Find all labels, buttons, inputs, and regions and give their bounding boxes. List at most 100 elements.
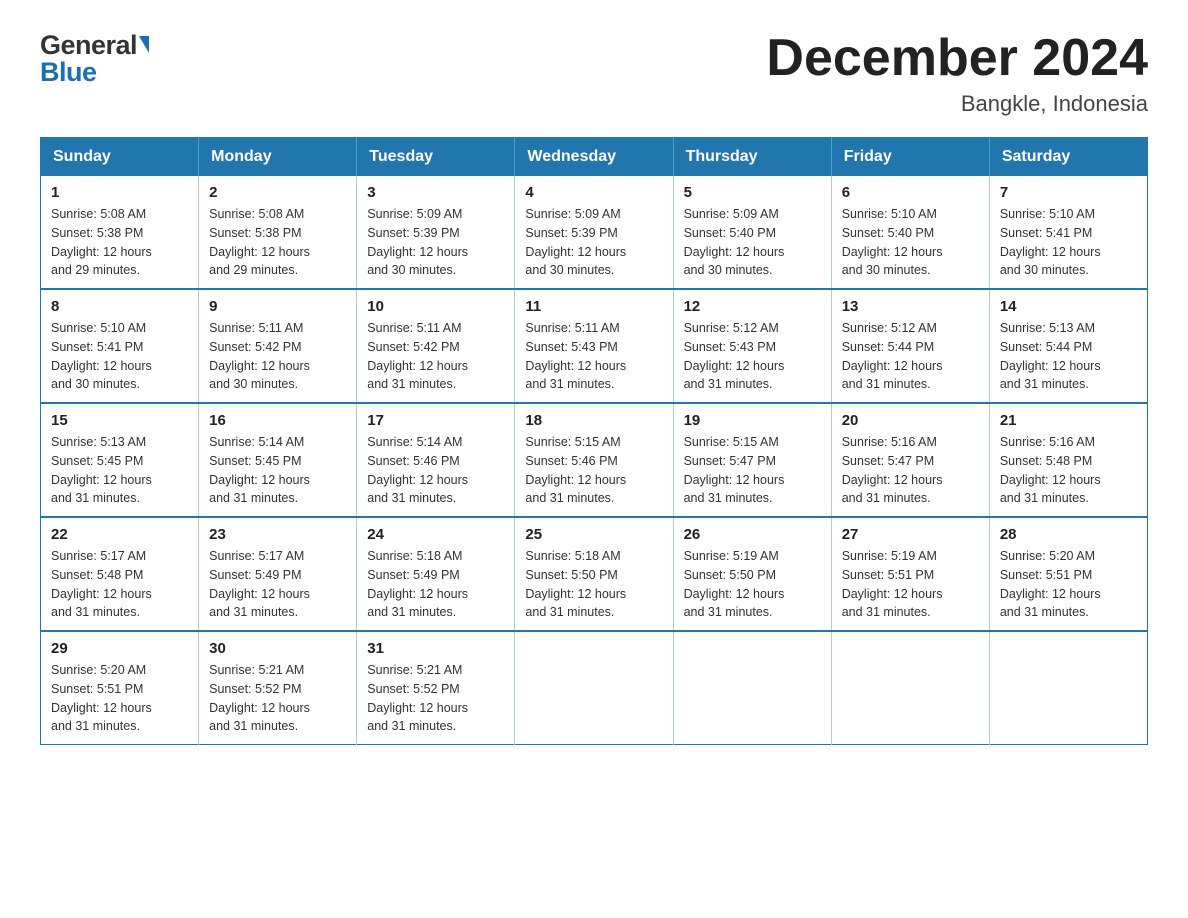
calendar-day-cell: 1 Sunrise: 5:08 AMSunset: 5:38 PMDaylight… [41, 176, 199, 289]
calendar-day-cell: 9 Sunrise: 5:11 AMSunset: 5:42 PMDaylight… [199, 289, 357, 403]
empty-cell [989, 631, 1147, 745]
day-info: Sunrise: 5:15 AMSunset: 5:46 PMDaylight:… [525, 433, 662, 508]
calendar-week-row: 1 Sunrise: 5:08 AMSunset: 5:38 PMDaylight… [41, 176, 1148, 289]
calendar-day-cell: 20 Sunrise: 5:16 AMSunset: 5:47 PMDayligh… [831, 403, 989, 517]
day-info: Sunrise: 5:08 AMSunset: 5:38 PMDaylight:… [209, 205, 346, 280]
calendar-week-row: 8 Sunrise: 5:10 AMSunset: 5:41 PMDaylight… [41, 289, 1148, 403]
day-number: 19 [684, 412, 821, 429]
day-number: 18 [525, 412, 662, 429]
day-number: 10 [367, 298, 504, 315]
header-tuesday: Tuesday [357, 138, 515, 177]
day-number: 3 [367, 184, 504, 201]
calendar-day-cell: 17 Sunrise: 5:14 AMSunset: 5:46 PMDayligh… [357, 403, 515, 517]
day-number: 5 [684, 184, 821, 201]
day-info: Sunrise: 5:16 AMSunset: 5:48 PMDaylight:… [1000, 433, 1137, 508]
day-number: 21 [1000, 412, 1137, 429]
day-info: Sunrise: 5:10 AMSunset: 5:40 PMDaylight:… [842, 205, 979, 280]
empty-cell [673, 631, 831, 745]
calendar-day-cell: 21 Sunrise: 5:16 AMSunset: 5:48 PMDayligh… [989, 403, 1147, 517]
day-number: 16 [209, 412, 346, 429]
day-info: Sunrise: 5:11 AMSunset: 5:43 PMDaylight:… [525, 319, 662, 394]
page-header: General Blue December 2024 Bangkle, Indo… [40, 30, 1148, 117]
day-number: 17 [367, 412, 504, 429]
day-info: Sunrise: 5:12 AMSunset: 5:44 PMDaylight:… [842, 319, 979, 394]
calendar-day-cell: 14 Sunrise: 5:13 AMSunset: 5:44 PMDayligh… [989, 289, 1147, 403]
day-number: 14 [1000, 298, 1137, 315]
calendar-day-cell: 4 Sunrise: 5:09 AMSunset: 5:39 PMDaylight… [515, 176, 673, 289]
day-number: 1 [51, 184, 188, 201]
day-number: 20 [842, 412, 979, 429]
day-number: 29 [51, 640, 188, 657]
calendar-day-cell: 3 Sunrise: 5:09 AMSunset: 5:39 PMDaylight… [357, 176, 515, 289]
calendar-day-cell: 30Sunrise: 5:21 AMSunset: 5:52 PMDayligh… [199, 631, 357, 745]
day-number: 7 [1000, 184, 1137, 201]
logo-blue-text: Blue [40, 57, 97, 88]
title-area: December 2024 Bangkle, Indonesia [766, 30, 1148, 117]
day-info: Sunrise: 5:11 AMSunset: 5:42 PMDaylight:… [367, 319, 504, 394]
calendar-day-cell: 27 Sunrise: 5:19 AMSunset: 5:51 PMDayligh… [831, 517, 989, 631]
day-info: Sunrise: 5:18 AMSunset: 5:50 PMDaylight:… [525, 547, 662, 622]
day-number: 24 [367, 526, 504, 543]
calendar-day-cell: 10 Sunrise: 5:11 AMSunset: 5:42 PMDayligh… [357, 289, 515, 403]
day-info: Sunrise: 5:21 AMSunset: 5:52 PMDaylight:… [209, 661, 346, 736]
calendar-day-cell: 26 Sunrise: 5:19 AMSunset: 5:50 PMDayligh… [673, 517, 831, 631]
header-thursday: Thursday [673, 138, 831, 177]
empty-cell [831, 631, 989, 745]
day-number: 27 [842, 526, 979, 543]
day-info: Sunrise: 5:10 AMSunset: 5:41 PMDaylight:… [51, 319, 188, 394]
calendar-day-cell: 28 Sunrise: 5:20 AMSunset: 5:51 PMDayligh… [989, 517, 1147, 631]
day-info: Sunrise: 5:16 AMSunset: 5:47 PMDaylight:… [842, 433, 979, 508]
day-info: Sunrise: 5:18 AMSunset: 5:49 PMDaylight:… [367, 547, 504, 622]
calendar-day-cell: 7 Sunrise: 5:10 AMSunset: 5:41 PMDaylight… [989, 176, 1147, 289]
day-number: 28 [1000, 526, 1137, 543]
calendar-day-cell: 13Sunrise: 5:12 AMSunset: 5:44 PMDayligh… [831, 289, 989, 403]
day-info: Sunrise: 5:19 AMSunset: 5:50 PMDaylight:… [684, 547, 821, 622]
day-number: 2 [209, 184, 346, 201]
calendar-day-cell: 24 Sunrise: 5:18 AMSunset: 5:49 PMDayligh… [357, 517, 515, 631]
header-wednesday: Wednesday [515, 138, 673, 177]
day-info: Sunrise: 5:14 AMSunset: 5:46 PMDaylight:… [367, 433, 504, 508]
day-info: Sunrise: 5:17 AMSunset: 5:48 PMDaylight:… [51, 547, 188, 622]
day-info: Sunrise: 5:13 AMSunset: 5:45 PMDaylight:… [51, 433, 188, 508]
day-info: Sunrise: 5:19 AMSunset: 5:51 PMDaylight:… [842, 547, 979, 622]
calendar-day-cell: 22 Sunrise: 5:17 AMSunset: 5:48 PMDayligh… [41, 517, 199, 631]
day-number: 31 [367, 640, 504, 657]
day-number: 25 [525, 526, 662, 543]
logo-triangle-icon [139, 36, 149, 53]
calendar-day-cell: 29Sunrise: 5:20 AMSunset: 5:51 PMDayligh… [41, 631, 199, 745]
empty-cell [515, 631, 673, 745]
day-info: Sunrise: 5:21 AMSunset: 5:52 PMDaylight:… [367, 661, 504, 736]
header-sunday: Sunday [41, 138, 199, 177]
day-info: Sunrise: 5:09 AMSunset: 5:39 PMDaylight:… [525, 205, 662, 280]
header-friday: Friday [831, 138, 989, 177]
day-info: Sunrise: 5:08 AMSunset: 5:38 PMDaylight:… [51, 205, 188, 280]
calendar-day-cell: 5 Sunrise: 5:09 AMSunset: 5:40 PMDaylight… [673, 176, 831, 289]
day-info: Sunrise: 5:13 AMSunset: 5:44 PMDaylight:… [1000, 319, 1137, 394]
day-info: Sunrise: 5:09 AMSunset: 5:39 PMDaylight:… [367, 205, 504, 280]
logo: General Blue [40, 30, 149, 88]
page-title: December 2024 [766, 30, 1148, 87]
calendar-day-cell: 11 Sunrise: 5:11 AMSunset: 5:43 PMDayligh… [515, 289, 673, 403]
calendar-table: SundayMondayTuesdayWednesdayThursdayFrid… [40, 137, 1148, 745]
day-number: 22 [51, 526, 188, 543]
day-info: Sunrise: 5:11 AMSunset: 5:42 PMDaylight:… [209, 319, 346, 394]
calendar-day-cell: 16Sunrise: 5:14 AMSunset: 5:45 PMDayligh… [199, 403, 357, 517]
calendar-day-cell: 18 Sunrise: 5:15 AMSunset: 5:46 PMDayligh… [515, 403, 673, 517]
day-number: 9 [209, 298, 346, 315]
header-saturday: Saturday [989, 138, 1147, 177]
calendar-day-cell: 25 Sunrise: 5:18 AMSunset: 5:50 PMDayligh… [515, 517, 673, 631]
day-info: Sunrise: 5:09 AMSunset: 5:40 PMDaylight:… [684, 205, 821, 280]
page-subtitle: Bangkle, Indonesia [766, 91, 1148, 117]
calendar-week-row: 15Sunrise: 5:13 AMSunset: 5:45 PMDayligh… [41, 403, 1148, 517]
calendar-header-row: SundayMondayTuesdayWednesdayThursdayFrid… [41, 138, 1148, 177]
day-number: 8 [51, 298, 188, 315]
day-number: 11 [525, 298, 662, 315]
day-info: Sunrise: 5:17 AMSunset: 5:49 PMDaylight:… [209, 547, 346, 622]
day-number: 4 [525, 184, 662, 201]
day-number: 26 [684, 526, 821, 543]
day-info: Sunrise: 5:20 AMSunset: 5:51 PMDaylight:… [1000, 547, 1137, 622]
day-info: Sunrise: 5:10 AMSunset: 5:41 PMDaylight:… [1000, 205, 1137, 280]
day-number: 12 [684, 298, 821, 315]
calendar-day-cell: 31 Sunrise: 5:21 AMSunset: 5:52 PMDayligh… [357, 631, 515, 745]
calendar-day-cell: 19Sunrise: 5:15 AMSunset: 5:47 PMDayligh… [673, 403, 831, 517]
